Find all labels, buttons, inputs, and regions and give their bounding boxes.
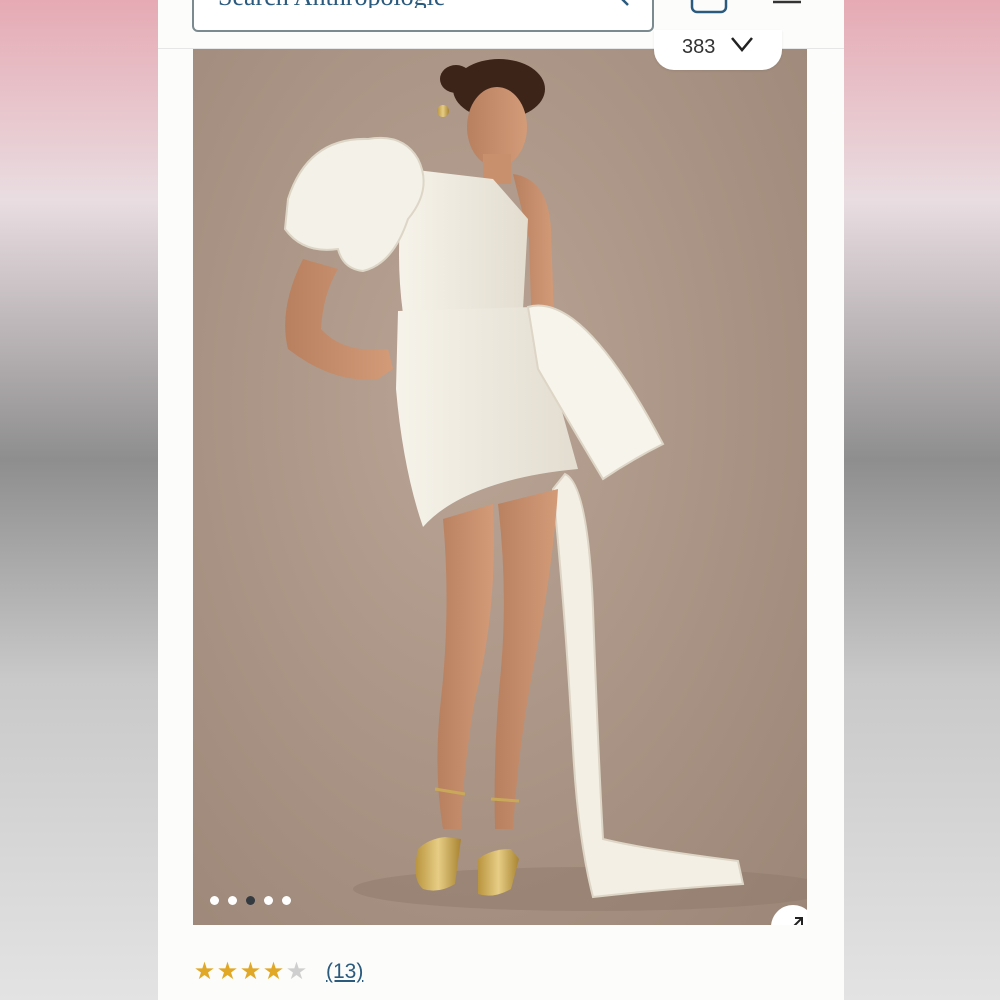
reviews-link[interactable]: (13)	[326, 958, 363, 986]
rating-stars: ★ ★ ★ ★ ★	[193, 958, 308, 986]
pagination-dot[interactable]	[246, 896, 255, 905]
product-photo	[283, 59, 807, 911]
hamburger-menu-icon[interactable]	[772, 0, 802, 12]
search-icon[interactable]	[598, 0, 632, 8]
product-image-gallery[interactable]	[193, 49, 807, 925]
star-icon: ★	[285, 958, 308, 985]
product-page: 383	[158, 0, 844, 1000]
star-icon: ★	[193, 958, 216, 985]
pagination-dot[interactable]	[228, 896, 237, 905]
pagination-dot[interactable]	[264, 896, 273, 905]
pagination-dot[interactable]	[282, 896, 291, 905]
pagination-dot[interactable]	[210, 896, 219, 905]
heart-icon[interactable]	[730, 36, 754, 54]
expand-icon	[793, 917, 803, 925]
search-bar[interactable]	[192, 0, 654, 32]
shopping-bag-icon[interactable]	[690, 0, 728, 14]
star-icon: ★	[239, 958, 262, 985]
favorites-counter[interactable]: 383	[654, 30, 782, 70]
left-blurred-background	[0, 0, 158, 1000]
product-rating[interactable]: ★ ★ ★ ★ ★ (13)	[193, 958, 364, 986]
gallery-pagination	[210, 896, 291, 905]
right-blurred-background	[844, 0, 1000, 1000]
favorites-count: 383	[682, 36, 716, 58]
search-input[interactable]	[218, 0, 578, 8]
star-icon: ★	[262, 958, 285, 985]
star-icon: ★	[216, 958, 239, 985]
